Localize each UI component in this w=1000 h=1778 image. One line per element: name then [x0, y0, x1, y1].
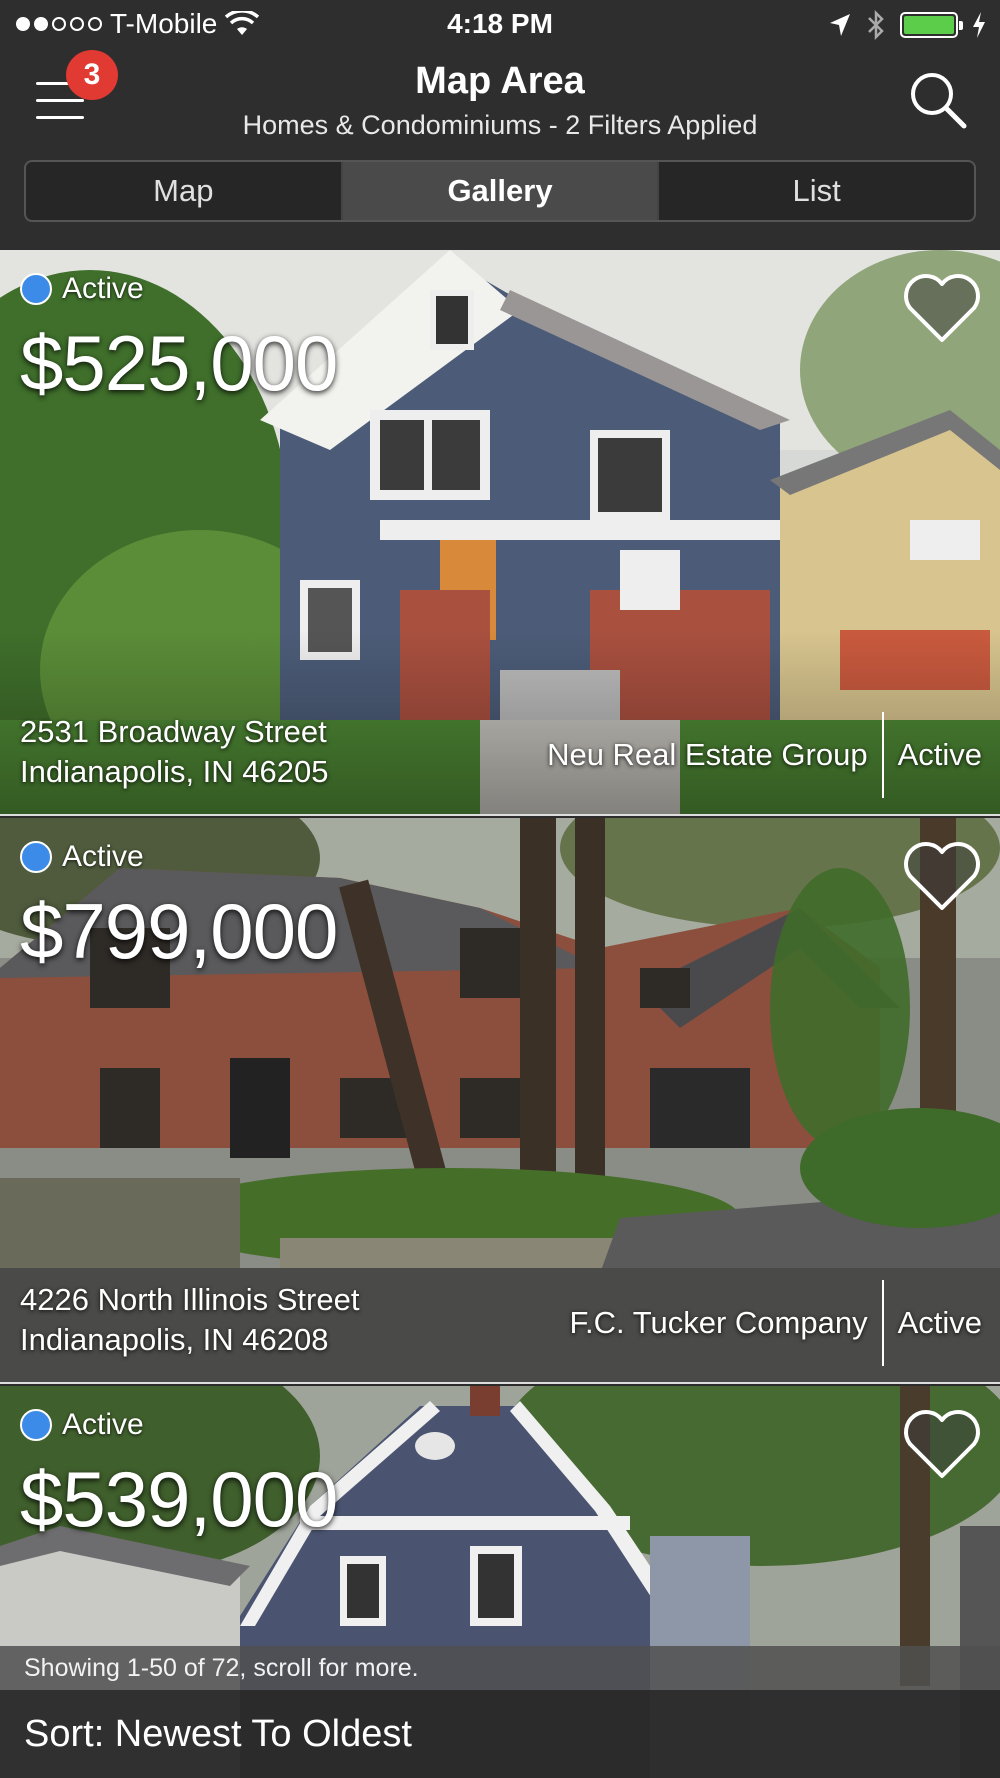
favorite-heart-icon[interactable] [902, 838, 982, 912]
divider [881, 712, 884, 798]
status-dot-icon [20, 273, 52, 305]
tab-map[interactable]: Map [26, 162, 341, 220]
sort-button[interactable]: Sort: Newest To Oldest [0, 1690, 1000, 1778]
listing-card[interactable]: Active $525,000 2531 Broadway Street Ind… [0, 250, 1000, 816]
listing-card[interactable]: Active $799,000 4226 North Illinois Stre… [0, 818, 1000, 1384]
listing-address: 2531 Broadway Street Indianapolis, IN 46… [20, 712, 329, 792]
app-header: 3 Map Area Homes & Condominiums - 2 Filt… [0, 50, 1000, 250]
favorite-heart-icon[interactable] [902, 1406, 982, 1480]
listing-agency: Neu Real Estate Group Active [547, 712, 982, 798]
listing-price: $539,000 [20, 1455, 338, 1543]
charging-bolt-icon [973, 12, 985, 38]
listing-status: Active [20, 1408, 144, 1442]
agency-name: Neu Real Estate Group [547, 737, 868, 772]
battery-icon [900, 12, 963, 38]
status-label: Active [62, 272, 144, 305]
status-bar: T-Mobile 4:18 PM [0, 0, 1000, 50]
search-icon[interactable] [906, 68, 970, 132]
agency-status: Active [897, 737, 982, 772]
city-state-zip: Indianapolis, IN 46205 [20, 754, 329, 789]
bluetooth-icon [868, 10, 884, 40]
divider [881, 1280, 884, 1366]
street-address: 4226 North Illinois Street [20, 1282, 360, 1317]
listing-status: Active [20, 272, 144, 306]
listing-price: $799,000 [20, 887, 338, 975]
street-address: 2531 Broadway Street [20, 714, 327, 749]
status-dot-icon [20, 841, 52, 873]
tab-list[interactable]: List [657, 162, 974, 220]
view-switcher: Map Gallery List [24, 160, 976, 222]
results-count: Showing 1-50 of 72, scroll for more. [0, 1646, 1000, 1690]
favorite-heart-icon[interactable] [902, 270, 982, 344]
status-dot-icon [20, 1409, 52, 1441]
listing-agency: F.C. Tucker Company Active [570, 1280, 982, 1366]
status-label: Active [62, 840, 144, 873]
location-arrow-icon [830, 14, 850, 36]
agency-name: F.C. Tucker Company [569, 1305, 868, 1340]
agency-status: Active [897, 1305, 982, 1340]
page-title: Map Area [415, 60, 585, 102]
listing-price: $525,000 [20, 319, 338, 407]
listing-status: Active [20, 840, 144, 874]
listing-address: 4226 North Illinois Street Indianapolis,… [20, 1280, 359, 1360]
status-label: Active [62, 1408, 144, 1441]
city-state-zip: Indianapolis, IN 46208 [20, 1322, 329, 1357]
filter-summary: Homes & Condominiums - 2 Filters Applied [242, 110, 758, 140]
tab-gallery[interactable]: Gallery [340, 162, 658, 220]
